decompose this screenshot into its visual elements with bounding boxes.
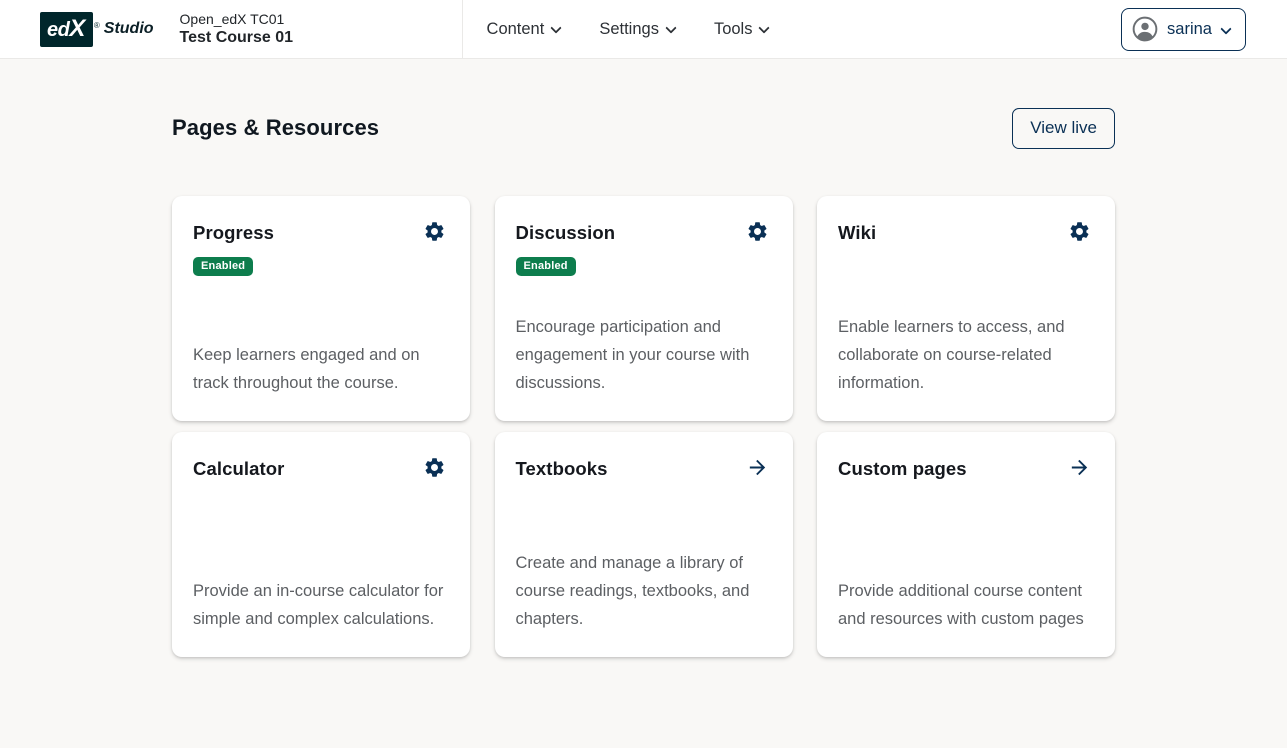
studio-pages-resources-screen: edX® Studio Open_edX TC01 Test Course 01… <box>0 0 1287 748</box>
card-description: Create and manage a library of course re… <box>516 549 769 633</box>
view-live-button[interactable]: View live <box>1012 108 1115 149</box>
arrow-right-icon <box>746 456 769 479</box>
registered-mark: ® <box>94 21 100 30</box>
enabled-badge: Enabled <box>516 257 576 276</box>
enabled-badge: Enabled <box>193 257 253 276</box>
open-page-arrow-button[interactable] <box>746 456 769 479</box>
card-title: Textbooks <box>516 458 608 480</box>
studio-wordmark: Studio <box>104 20 154 38</box>
chevron-down-icon <box>759 22 769 32</box>
resource-card-discussion[interactable]: Discussion Enabled Encourage participati… <box>495 196 793 421</box>
card-description: Enable learners to access, and collabora… <box>838 313 1091 397</box>
card-title: Calculator <box>193 458 284 480</box>
card-title: Discussion <box>516 222 616 244</box>
card-title: Progress <box>193 222 274 244</box>
card-description: Provide an in-course calculator for simp… <box>193 577 446 633</box>
resource-cards-grid: Progress Enabled Keep learners engaged a… <box>172 196 1115 657</box>
app-header: edX® Studio Open_edX TC01 Test Course 01… <box>0 0 1287 59</box>
edx-studio-logo[interactable]: edX® Studio <box>40 12 154 47</box>
gear-icon <box>423 456 446 479</box>
gear-icon <box>746 220 769 243</box>
chevron-down-icon <box>551 22 561 32</box>
gear-icon <box>1068 220 1091 243</box>
course-org-number: Open_edX TC01 <box>180 10 462 28</box>
card-description: Provide additional course content and re… <box>838 577 1091 633</box>
settings-gear-button[interactable] <box>423 456 446 479</box>
avatar-icon <box>1132 16 1158 42</box>
resource-card-custom-pages[interactable]: Custom pages Provide additional course c… <box>817 432 1115 657</box>
user-menu-button[interactable]: sarina <box>1121 8 1246 51</box>
settings-gear-button[interactable] <box>746 220 769 243</box>
card-title: Custom pages <box>838 458 967 480</box>
card-title: Wiki <box>838 222 876 244</box>
resource-card-progress[interactable]: Progress Enabled Keep learners engaged a… <box>172 196 470 421</box>
header-divider <box>462 0 463 59</box>
open-page-arrow-button[interactable] <box>1068 456 1091 479</box>
settings-gear-button[interactable] <box>423 220 446 243</box>
nav-tools-menu[interactable]: Tools <box>714 20 770 39</box>
chevron-down-icon <box>1221 23 1231 33</box>
course-info: Open_edX TC01 Test Course 01 <box>180 10 462 49</box>
gear-icon <box>423 220 446 243</box>
edx-logo-icon: edX <box>40 12 93 47</box>
nav-settings-menu[interactable]: Settings <box>599 20 676 39</box>
settings-gear-button[interactable] <box>1068 220 1091 243</box>
main-content: Pages & Resources View live Progress Ena… <box>172 108 1115 657</box>
main-nav: Content Settings Tools <box>487 20 770 39</box>
chevron-down-icon <box>666 22 676 32</box>
card-description: Encourage participation and engagement i… <box>516 313 769 397</box>
nav-content-menu[interactable]: Content <box>487 20 562 39</box>
resource-card-wiki[interactable]: Wiki Enable learners to access, and coll… <box>817 196 1115 421</box>
page-header: Pages & Resources View live <box>172 108 1115 148</box>
resource-card-textbooks[interactable]: Textbooks Create and manage a library of… <box>495 432 793 657</box>
page-title: Pages & Resources <box>172 115 379 141</box>
course-title: Test Course 01 <box>180 28 462 49</box>
resource-card-calculator[interactable]: Calculator Provide an in-course calculat… <box>172 432 470 657</box>
arrow-right-icon <box>1068 456 1091 479</box>
card-description: Keep learners engaged and on track throu… <box>193 341 446 397</box>
username-label: sarina <box>1167 20 1212 39</box>
